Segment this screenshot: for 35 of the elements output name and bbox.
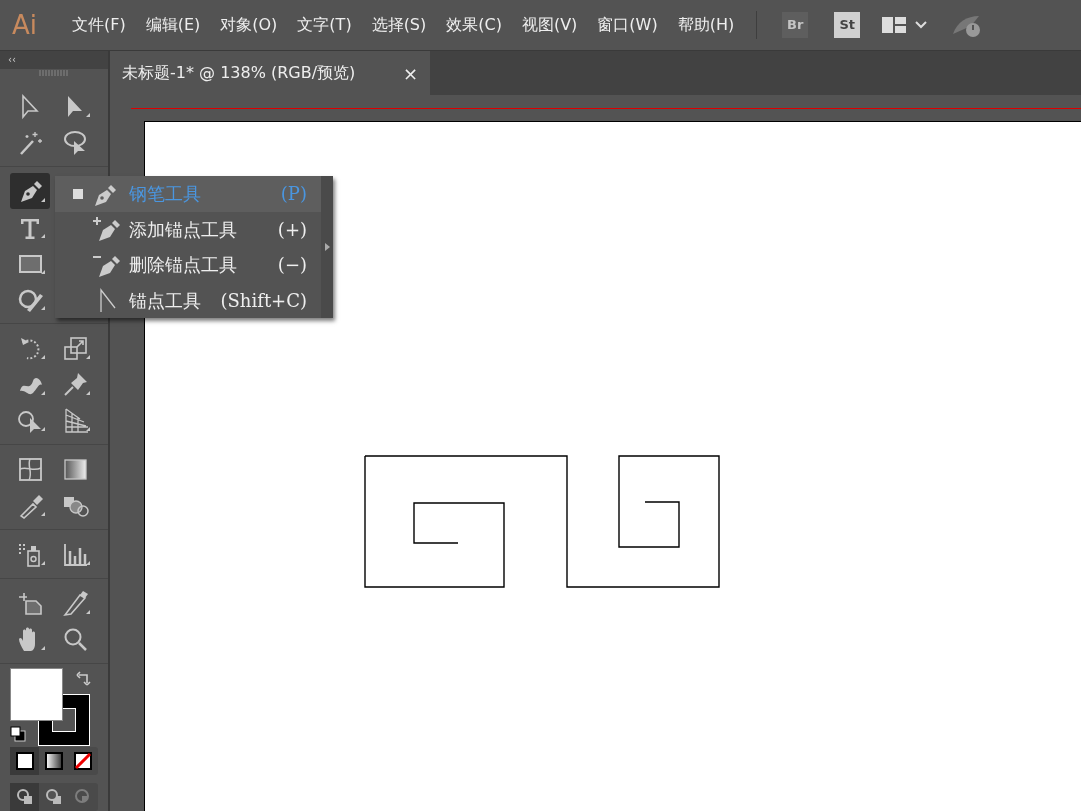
menu-item[interactable]: 编辑(E) (135, 13, 211, 37)
menu-item[interactable]: 对象(O) (210, 13, 288, 37)
menu-item[interactable]: 窗口(W) (587, 13, 668, 37)
menu-item[interactable]: 帮助(H) (667, 13, 745, 37)
pen-nib-tool[interactable] (10, 173, 50, 210)
selected-marker-icon (73, 188, 83, 199)
flyout-menu-item[interactable]: 锚点工具 (Shift+C) (55, 282, 321, 318)
color-mode-icon (14, 751, 35, 771)
swap-arrow-icon[interactable] (76, 670, 92, 687)
app-logo: Ai (11, 8, 38, 42)
tab-title: 未标题-1* @ 138% (RGB/预览) (122, 62, 356, 84)
draw-mode-icon (14, 787, 35, 807)
gradient-mode-icon (44, 751, 64, 771)
chevron-down-icon[interactable] (915, 21, 928, 29)
fill-swatch[interactable] (10, 668, 63, 722)
flyout-menu-item[interactable]: 添加锚点工具 (+) (55, 211, 321, 247)
draw-mode-icon (44, 787, 64, 807)
default-colors-icon[interactable] (10, 726, 26, 743)
close-button[interactable]: × (402, 59, 418, 87)
menu-item[interactable]: 文字(T) (287, 13, 362, 37)
menu-item[interactable]: 效果(C) (436, 13, 512, 37)
menu-item[interactable]: 选择(S) (361, 13, 437, 37)
app-switch-button[interactable]: St (834, 12, 861, 38)
menu-item[interactable]: 文件(F) (62, 13, 136, 37)
grip-icon[interactable] (39, 69, 69, 77)
tear-off-arrow-icon[interactable] (324, 243, 330, 251)
collapse-toggle[interactable]: ‹‹ (0, 51, 108, 69)
menu-item[interactable]: 视图(V) (511, 13, 588, 37)
flyout-menu-item[interactable]: 删除锚点工具 (−) (55, 247, 321, 283)
draw-mode-button[interactable] (10, 783, 40, 811)
app-switch-button[interactable]: Br (782, 12, 809, 38)
workspace-icon[interactable] (881, 15, 908, 35)
none-mode-icon (73, 751, 94, 771)
document-tab[interactable]: 未标题-1* @ 138% (RGB/预览) × (110, 51, 430, 95)
color-mode-button[interactable] (10, 747, 40, 775)
